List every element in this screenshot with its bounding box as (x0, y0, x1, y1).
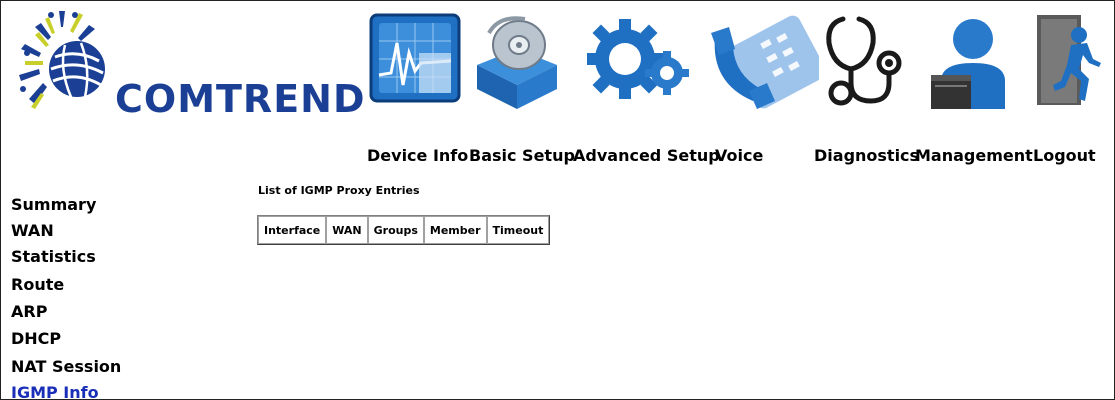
sidebar-item-dhcp[interactable]: DHCP (11, 329, 61, 348)
column-header-groups: Groups (367, 216, 424, 244)
basic-setup-icon[interactable] (469, 13, 564, 117)
logout-icon[interactable] (1035, 13, 1105, 117)
nav-basic-setup[interactable]: Basic Setup (469, 146, 575, 165)
sidebar-item-statistics[interactable]: Statistics (11, 247, 96, 266)
management-icon[interactable] (927, 13, 1017, 117)
router-admin-page: COMTREND Device Info Basic Setup Advance… (0, 0, 1115, 400)
table-header-row: Interface WAN Groups Member Timeout (258, 216, 550, 244)
advanced-setup-icon[interactable] (583, 13, 693, 117)
header-banner: COMTREND Device Info Basic Setup Advance… (1, 1, 1114, 171)
nav-management[interactable]: Management (915, 146, 1033, 165)
column-header-interface: Interface (258, 216, 327, 244)
nav-advanced-setup[interactable]: Advanced Setup (573, 146, 720, 165)
voice-icon[interactable] (709, 13, 827, 117)
sidebar-item-igmp-info[interactable]: IGMP Info (11, 383, 99, 399)
page-title: List of IGMP Proxy Entries (258, 184, 420, 197)
sidebar-item-summary[interactable]: Summary (11, 195, 96, 214)
diagnostics-icon[interactable] (821, 13, 911, 117)
column-header-timeout: Timeout (486, 216, 550, 244)
nav-diagnostics[interactable]: Diagnostics (814, 146, 919, 165)
sidebar-item-arp[interactable]: ARP (11, 302, 47, 321)
comtrend-logo: COMTREND (15, 9, 365, 121)
column-header-wan: WAN (326, 216, 368, 244)
device-info-icon[interactable] (369, 13, 464, 117)
sidebar-item-nat-session[interactable]: NAT Session (11, 357, 121, 376)
nav-logout[interactable]: Logout (1033, 146, 1096, 165)
sidebar: Summary WAN Statistics Route ARP DHCP NA… (1, 171, 201, 399)
main-content: List of IGMP Proxy Entries Interface WAN… (201, 171, 1114, 399)
sidebar-item-route[interactable]: Route (11, 275, 64, 294)
brand-name: COMTREND (115, 77, 366, 121)
nav-voice[interactable]: Voice (715, 146, 763, 165)
nav-device-info[interactable]: Device Info (367, 146, 468, 165)
column-header-member: Member (423, 216, 487, 244)
sidebar-item-wan[interactable]: WAN (11, 221, 54, 240)
igmp-proxy-table: Interface WAN Groups Member Timeout (257, 215, 551, 245)
